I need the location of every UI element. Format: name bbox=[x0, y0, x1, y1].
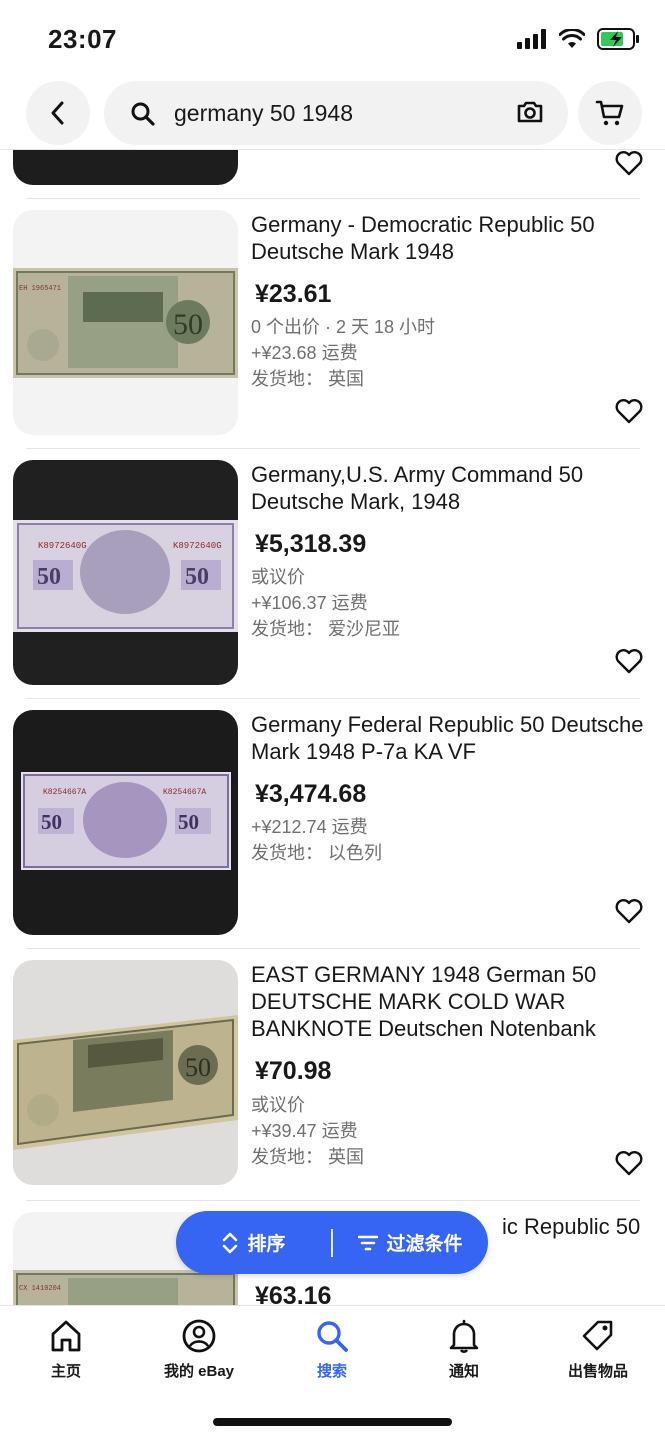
item-location: 发货地： 爱沙尼亚 bbox=[251, 619, 401, 639]
item-price: ¥63.16 bbox=[255, 1282, 332, 1305]
search-header: germany 50 1948 bbox=[0, 78, 665, 150]
svg-text:K8254667A: K8254667A bbox=[43, 788, 86, 797]
item-image[interactable]: 50 50 K8972640G K8972640G bbox=[13, 460, 238, 685]
svg-text:50: 50 bbox=[185, 564, 209, 590]
nav-notifications[interactable]: 通知 bbox=[404, 1318, 524, 1381]
nav-notifications-label: 通知 bbox=[448, 1363, 479, 1380]
list-item[interactable]: 50 EAST GERMANY 1948 German 50 DEUTSCHE … bbox=[0, 948, 665, 1198]
item-title[interactable]: Germany,U.S. Army Command 50 Deutsche Ma… bbox=[251, 461, 646, 515]
heart-icon[interactable] bbox=[614, 150, 644, 176]
item-price: ¥5,318.39 bbox=[255, 530, 367, 558]
status-time: 23:07 bbox=[48, 24, 117, 54]
list-item[interactable]: 50 EH 1965471 Germany - Democratic Repub… bbox=[0, 198, 665, 448]
item-shipping: +¥106.37 运费 bbox=[251, 593, 368, 613]
cart-button[interactable] bbox=[578, 81, 642, 145]
heart-icon[interactable] bbox=[614, 898, 644, 924]
item-best-offer: 或议价 bbox=[251, 567, 305, 587]
svg-text:K8972640G: K8972640G bbox=[38, 541, 87, 551]
item-location: 发货地： 以色列 bbox=[251, 843, 383, 863]
item-title[interactable]: Germany Federal Republic 50 Deutsche Mar… bbox=[251, 711, 646, 765]
item-image[interactable]: 50 50 K8254667A K8254667A bbox=[13, 710, 238, 935]
sort-label: 排序 bbox=[247, 1234, 286, 1255]
item-shipping: +¥39.47 运费 bbox=[251, 1121, 358, 1141]
signal-icon bbox=[517, 29, 546, 49]
svg-text:CX 1410204: CX 1410204 bbox=[19, 1285, 61, 1293]
item-location: 发货地： 英国 bbox=[251, 1147, 365, 1167]
item-price: ¥3,474.68 bbox=[255, 780, 367, 808]
banknote-image: 50 50 K8254667A K8254667A bbox=[21, 772, 231, 870]
camera-icon[interactable] bbox=[516, 99, 544, 125]
chevron-left-icon bbox=[51, 101, 64, 125]
search-query: germany 50 1948 bbox=[174, 100, 354, 126]
bell-icon bbox=[449, 1319, 479, 1353]
banknote-image: 50 EH 1965471 bbox=[13, 268, 238, 378]
status-icons bbox=[517, 28, 639, 50]
nav-home-label: 主页 bbox=[50, 1363, 81, 1380]
tag-icon bbox=[582, 1320, 613, 1351]
svg-text:50: 50 bbox=[185, 1053, 211, 1082]
nav-search[interactable]: 搜索 bbox=[272, 1318, 392, 1381]
svg-text:50: 50 bbox=[178, 810, 199, 834]
sort-button[interactable]: 排序 bbox=[176, 1211, 331, 1274]
wifi-icon bbox=[559, 29, 585, 48]
item-price: ¥70.98 bbox=[255, 1057, 332, 1085]
svg-text:50: 50 bbox=[41, 810, 62, 834]
status-bar: 23:07 bbox=[0, 0, 665, 78]
svg-text:K8972640G: K8972640G bbox=[173, 541, 222, 551]
battery-icon bbox=[597, 28, 639, 50]
home-icon bbox=[51, 1320, 81, 1352]
back-button[interactable] bbox=[26, 81, 90, 145]
banknote-image: 50 bbox=[13, 1015, 238, 1150]
svg-text:50: 50 bbox=[173, 308, 203, 341]
item-image-partial[interactable] bbox=[13, 150, 238, 185]
nav-home[interactable]: 主页 bbox=[6, 1318, 126, 1381]
svg-text:K8254667A: K8254667A bbox=[163, 788, 206, 797]
item-price: ¥23.61 bbox=[255, 280, 332, 308]
sort-filter-bar: 排序 过滤条件 bbox=[176, 1211, 488, 1274]
item-title[interactable]: EAST GERMANY 1948 German 50 DEUTSCHE MAR… bbox=[251, 961, 646, 1042]
search-icon bbox=[131, 102, 155, 126]
home-indicator bbox=[213, 1418, 452, 1426]
nav-search-label: 搜索 bbox=[316, 1363, 347, 1380]
search-icon bbox=[317, 1321, 348, 1352]
banknote-image: 50 50 K8972640G K8972640G bbox=[13, 520, 238, 632]
results-list[interactable]: 50 EH 1965471 Germany - Democratic Repub… bbox=[0, 150, 665, 1305]
cart-icon bbox=[595, 100, 624, 126]
sort-icon bbox=[223, 1232, 238, 1253]
heart-icon[interactable] bbox=[614, 398, 644, 424]
item-shipping: +¥23.68 运费 bbox=[251, 343, 358, 363]
svg-text:EH 1965471: EH 1965471 bbox=[19, 285, 61, 293]
user-icon bbox=[182, 1319, 216, 1353]
float-bar-separator bbox=[331, 1228, 333, 1257]
item-location: 发货地： 英国 bbox=[251, 369, 365, 389]
item-best-offer: 或议价 bbox=[251, 1095, 305, 1115]
list-item[interactable]: 50 50 K8254667A K8254667A Germany Federa… bbox=[0, 698, 665, 948]
filter-icon bbox=[358, 1235, 379, 1250]
svg-text:50: 50 bbox=[37, 564, 61, 590]
nav-my-ebay-label: 我的 eBay bbox=[163, 1363, 235, 1380]
item-shipping: +¥212.74 运费 bbox=[251, 817, 368, 837]
heart-icon[interactable] bbox=[614, 1150, 644, 1176]
nav-my-ebay[interactable]: 我的 eBay bbox=[139, 1318, 259, 1381]
item-image[interactable]: 50 bbox=[13, 960, 238, 1185]
filter-button[interactable]: 过滤条件 bbox=[333, 1211, 488, 1274]
list-item[interactable]: 50 50 K8972640G K8972640G Germany,U.S. A… bbox=[0, 448, 665, 698]
item-title[interactable]: ic Republic 50 bbox=[502, 1213, 642, 1240]
heart-icon[interactable] bbox=[614, 648, 644, 674]
filter-label: 过滤条件 bbox=[386, 1234, 463, 1255]
item-title[interactable]: Germany - Democratic Republic 50 Deutsch… bbox=[251, 211, 646, 265]
nav-selling[interactable]: 出售物品 bbox=[538, 1318, 658, 1381]
nav-selling-label: 出售物品 bbox=[567, 1363, 628, 1380]
item-bids: 0 个出价 · 2 天 18 小时 bbox=[251, 317, 436, 337]
item-image[interactable]: 50 EH 1965471 bbox=[13, 210, 238, 435]
search-input[interactable]: germany 50 1948 bbox=[104, 81, 568, 145]
